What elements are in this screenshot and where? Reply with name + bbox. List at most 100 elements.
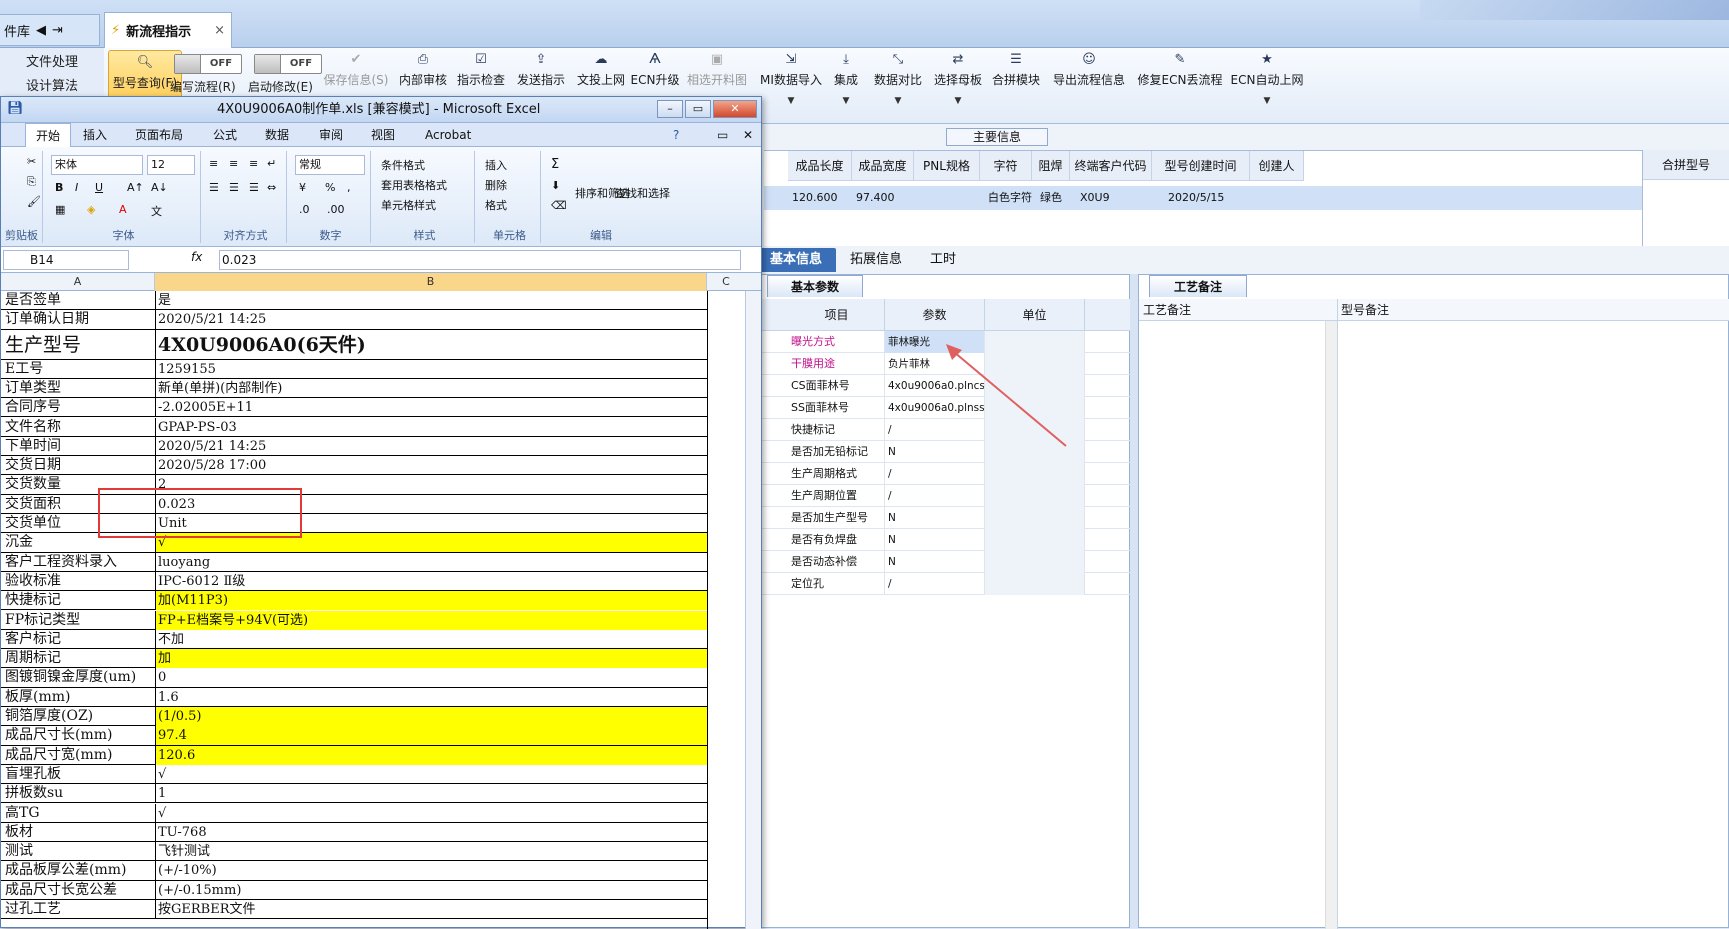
sheet-row[interactable]: 订单类型 新单(单拼)(内部制作) <box>1 378 707 399</box>
param-row[interactable]: 生产周期格式 / <box>761 463 1131 485</box>
shrink-font-button[interactable]: A↓ <box>151 181 168 194</box>
cell-a[interactable]: 是否签单 <box>5 291 153 310</box>
cell-b[interactable]: -2.02005E+11 <box>155 398 707 418</box>
data-compare-button[interactable]: ⤡ 数据对比 ▼ <box>870 48 926 124</box>
col-header-pnl[interactable]: PNL规格 <box>914 151 980 181</box>
currency-icon[interactable]: ¥ <box>299 181 306 194</box>
column-header-c[interactable]: C <box>707 273 745 291</box>
sheet-row[interactable]: 拼板数su 1 <box>1 784 707 804</box>
cell-a[interactable]: 板厚(mm) <box>5 688 153 707</box>
cell-a[interactable]: 成品尺寸长(mm) <box>5 726 153 745</box>
param-unit[interactable] <box>985 331 1085 353</box>
sheet-row[interactable]: 高TG √ <box>1 803 707 823</box>
sheet-row[interactable]: 盲埋孔板 √ <box>1 764 707 785</box>
cell-a[interactable]: 合同序号 <box>5 398 153 417</box>
align-right-icon[interactable]: ☰ <box>249 181 259 194</box>
cell-b[interactable]: √ <box>155 764 707 784</box>
ribbon-close-icon[interactable]: ✕ <box>743 123 753 147</box>
sheet-row[interactable]: FP标记类型 FP+E档案号+94V(可选) <box>1 610 707 630</box>
cell-b[interactable]: 1259155 <box>155 359 707 379</box>
tab-new-flow[interactable]: ⚡ 新流程指示 × <box>104 12 232 48</box>
cell-b[interactable]: IPC-6012 Ⅱ级 <box>155 571 707 591</box>
cell-b[interactable]: 加(M11P3) <box>155 591 707 611</box>
font-name-select[interactable]: 宋体 <box>51 155 143 175</box>
sheet-row[interactable]: 文件名称 GPAP-PS-03 <box>1 417 707 437</box>
cell-b[interactable]: 不加 <box>155 629 707 649</box>
tab-craft-notes[interactable]: 工艺备注 <box>1149 275 1247 297</box>
font-size-select[interactable]: 12 <box>147 155 195 175</box>
help-icon[interactable]: ? <box>673 123 679 147</box>
align-middle-icon[interactable]: ≡ <box>229 157 238 170</box>
cell-b[interactable]: TU-768 <box>155 822 707 842</box>
copy-icon[interactable]: ⎘ <box>27 175 36 189</box>
tab-data[interactable]: 数据 <box>265 123 289 147</box>
cell-b[interactable]: 2020/5/21 14:25 <box>155 436 707 456</box>
cell-a[interactable]: 客户标记 <box>5 630 153 649</box>
mi-import-button[interactable]: ⇲ MI数据导入 ▼ <box>758 48 824 124</box>
cell-a[interactable]: 周期标记 <box>5 649 153 668</box>
clear-icon[interactable]: ⌫ <box>551 199 567 212</box>
param-unit[interactable] <box>985 353 1085 375</box>
param-value[interactable]: 4x0u9006a0.plncs <box>885 375 985 397</box>
insert-cells-button[interactable]: 插入 <box>485 157 507 173</box>
sheet-row[interactable]: 成品尺寸长宽公差 (+/-0.15mm) <box>1 880 707 900</box>
param-value[interactable]: / <box>885 419 985 441</box>
sheet-row[interactable]: 合同序号 -2.02005E+11 <box>1 398 707 418</box>
craft-notes-scrollbar[interactable] <box>1325 321 1337 929</box>
sheet-row[interactable]: 成品尺寸宽(mm) 120.6 <box>1 745 707 765</box>
param-row[interactable]: CS面菲林号 4x0u9006a0.plncs <box>761 375 1131 397</box>
col-header-customer-code[interactable]: 终端客户代码 <box>1070 151 1152 181</box>
cell-b[interactable]: 新单(单拼)(内部制作) <box>155 378 707 398</box>
sheet-row[interactable]: 下单时间 2020/5/21 14:25 <box>1 436 707 457</box>
cell-a[interactable]: 成品尺寸长宽公差 <box>5 881 153 900</box>
tab-basic-params[interactable]: 基本参数 <box>767 275 863 297</box>
cell-a[interactable]: 板材 <box>5 823 153 842</box>
align-center-icon[interactable]: ☰ <box>229 181 239 194</box>
param-row[interactable]: 快捷标记 / <box>761 419 1131 441</box>
delete-cells-button[interactable]: 删除 <box>485 177 507 193</box>
increase-decimal-icon[interactable]: .0 <box>299 203 310 216</box>
cell-b[interactable]: 120.6 <box>155 745 707 765</box>
param-value[interactable]: 菲林曝光 <box>885 331 985 353</box>
cell-b[interactable]: 是 <box>155 291 707 310</box>
pin-icon[interactable]: ⇥ <box>52 23 63 38</box>
param-unit[interactable] <box>985 441 1085 463</box>
underline-button[interactable]: U <box>95 181 103 194</box>
align-bottom-icon[interactable]: ≡ <box>249 157 258 170</box>
cell-b[interactable]: luoyang <box>155 552 707 572</box>
sheet-row[interactable]: 铜箔厚度(OZ) (1/0.5) <box>1 707 707 727</box>
integrate-button[interactable]: ⤓ 集成 ▼ <box>826 48 866 124</box>
nav-item-design-algorithm[interactable]: 设计算法 <box>0 72 104 96</box>
tab-basic-info[interactable]: 基本信息 <box>756 248 837 272</box>
save-icon[interactable]: 💾︎ <box>7 101 24 116</box>
autosum-icon[interactable]: Σ <box>551 157 559 172</box>
maximize-button[interactable]: ▭ <box>685 100 711 118</box>
cell-a[interactable]: 交货日期 <box>5 456 153 475</box>
cell-b[interactable]: 加 <box>155 649 707 669</box>
param-unit[interactable] <box>985 375 1085 397</box>
param-unit[interactable] <box>985 507 1085 529</box>
cell-a[interactable]: 图镀铜镍金厚度(um) <box>5 668 153 687</box>
cell-a[interactable]: 客户工程资料录入 <box>5 553 153 572</box>
param-unit[interactable] <box>985 529 1085 551</box>
worksheet[interactable]: 是否签单是订单确认日期 2020/5/21 14:25 生产型号 4X0U9006A0… <box>1 291 761 929</box>
col-header-character[interactable]: 字符 <box>980 151 1032 181</box>
cell-a[interactable]: 测试 <box>5 842 153 861</box>
cell-a[interactable]: 文件名称 <box>5 418 153 437</box>
fill-color-icon[interactable]: ◈ <box>87 203 95 216</box>
param-row[interactable]: 生产周期位置 / <box>761 485 1131 507</box>
cell-a[interactable]: 高TG <box>5 804 153 823</box>
cell-b[interactable]: 按GERBER文件 <box>155 900 707 919</box>
sheet-row[interactable]: 成品尺寸长(mm) 97.4 <box>1 726 707 746</box>
formula-input[interactable]: 0.023 <box>219 250 741 270</box>
font-color-icon[interactable]: A <box>119 203 127 216</box>
cell-a[interactable]: FP标记类型 <box>5 611 153 630</box>
dropdown-arrow-icon[interactable]: ▼ <box>788 96 795 106</box>
tab-insert[interactable]: 插入 <box>83 123 107 147</box>
sheet-row[interactable]: 订单确认日期 2020/5/21 14:25 <box>1 310 707 330</box>
cell-b[interactable]: 97.4 <box>155 726 707 746</box>
align-left-icon[interactable]: ☰ <box>209 181 219 194</box>
comma-icon[interactable]: , <box>347 181 351 194</box>
column-header-a[interactable]: A <box>1 273 155 291</box>
param-value[interactable]: 4x0u9006a0.plnss <box>885 397 985 419</box>
